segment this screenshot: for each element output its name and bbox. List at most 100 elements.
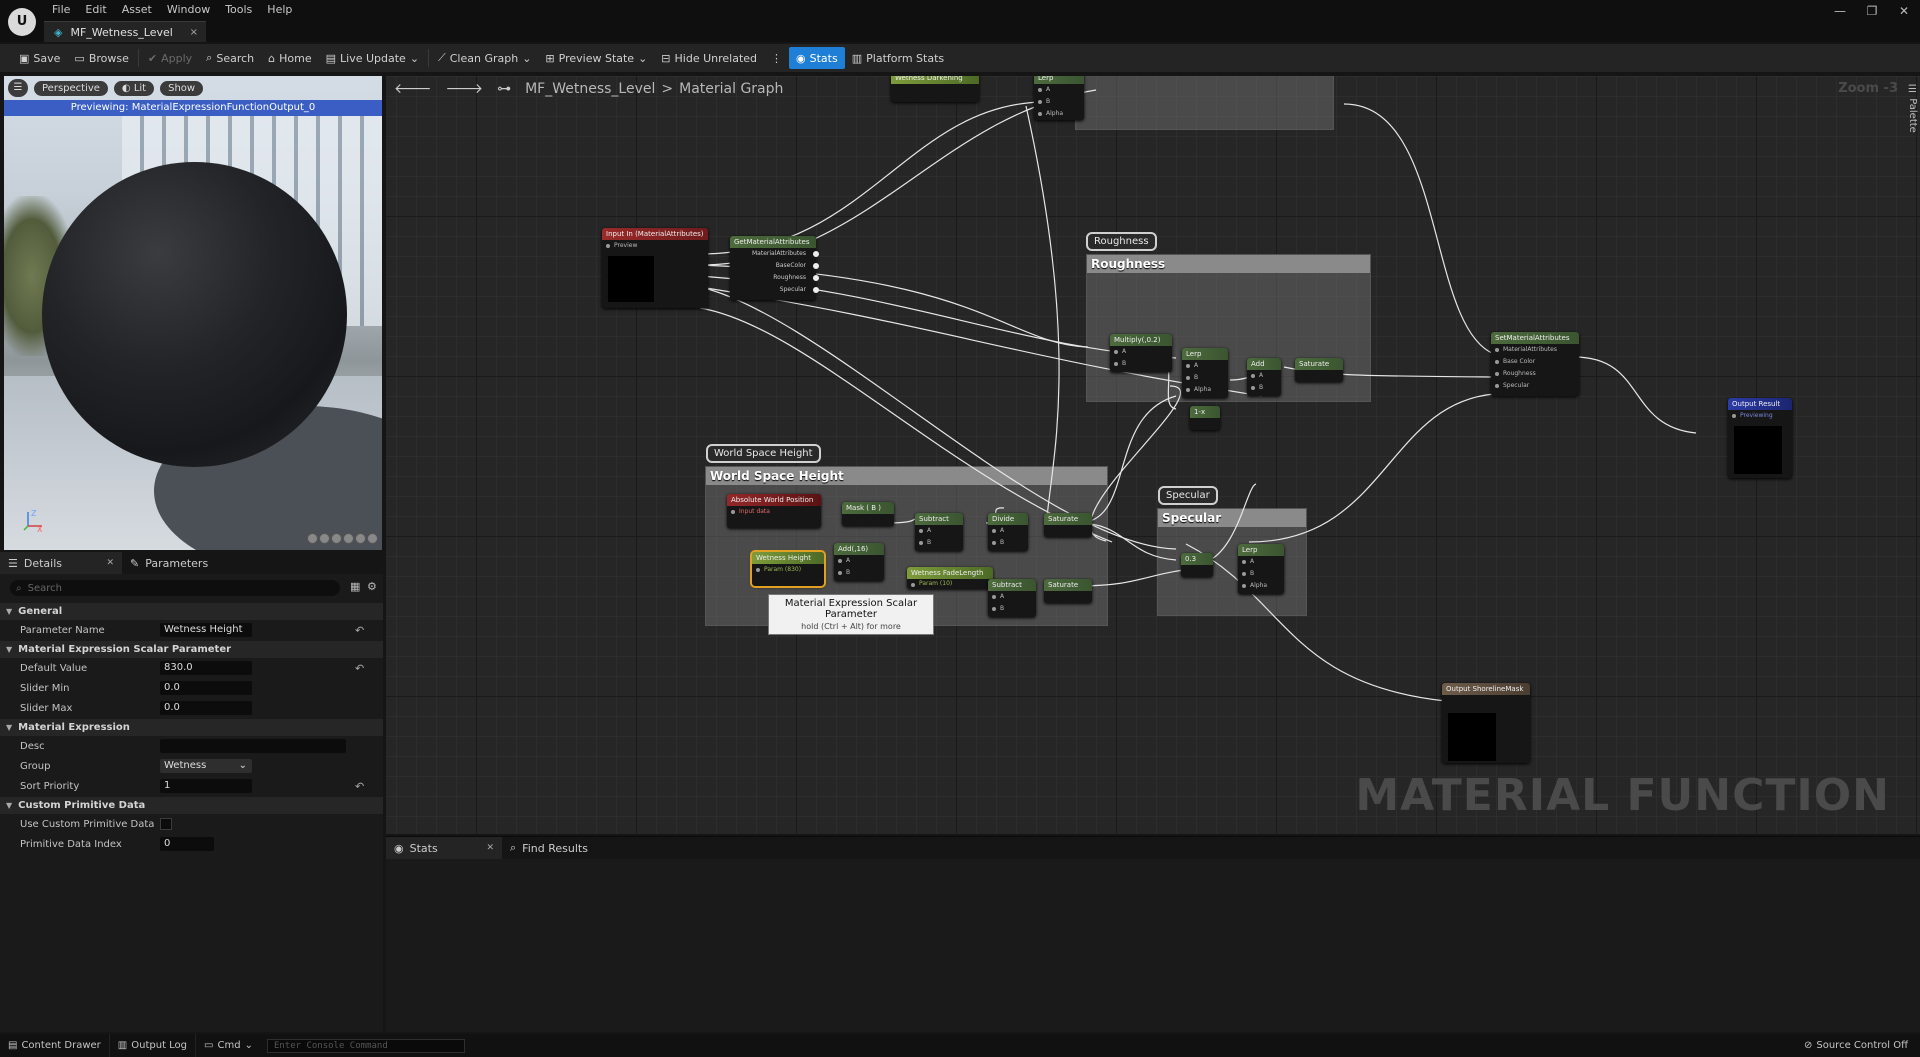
group-dropdown[interactable]: Wetness ⌄ <box>160 759 252 773</box>
pin-a[interactable]: A <box>1110 346 1172 358</box>
node-add[interactable]: Add A B <box>1247 358 1281 396</box>
close-stats-icon[interactable]: ✕ <box>486 843 494 853</box>
output-log-button[interactable]: ▥ Output Log <box>110 1034 197 1057</box>
clean-graph-dropdown[interactable]: ⟋ Clean Graph ⌄ <box>431 47 538 69</box>
minimize-button[interactable]: — <box>1824 0 1856 22</box>
save-button[interactable]: ▣ Save <box>12 47 67 69</box>
node-specular-constant[interactable]: 0.3 <box>1181 553 1213 577</box>
pin-b[interactable]: B <box>988 603 1036 615</box>
pin-b[interactable]: B <box>1110 358 1172 370</box>
parameter-name-field[interactable]: Wetness Height <box>160 623 252 637</box>
slider-max-field[interactable]: 0.0 <box>160 701 252 715</box>
pin-material-attributes[interactable]: MaterialAttributes <box>1491 344 1579 356</box>
material-graph-canvas[interactable]: 🡐 🡒 ⊶ MF_Wetness_Level > Material Graph … <box>386 76 1920 834</box>
pin-alpha[interactable]: Alpha <box>1034 108 1084 120</box>
pin-base-color[interactable]: BaseColor <box>730 260 819 272</box>
category-material-expression[interactable]: ▼ Material Expression <box>0 718 383 736</box>
viewport-menu-icon[interactable]: ☰ <box>8 79 28 97</box>
node-wetness-darkening[interactable]: Wetness Darkening <box>891 76 979 102</box>
custom-mesh-icon[interactable] <box>355 533 366 544</box>
console-command-input[interactable]: Enter Console Command <box>266 1038 465 1053</box>
node-output-shoreline-mask[interactable]: Output ShorelineMask <box>1442 683 1530 763</box>
cube-shape-icon[interactable] <box>343 533 354 544</box>
details-search-input[interactable]: ⌕ Search <box>10 580 340 596</box>
reset-to-default-icon[interactable]: ↶ <box>355 780 364 793</box>
use-custom-primitive-checkbox[interactable] <box>160 818 172 830</box>
preview-state-dropdown[interactable]: ⊞ Preview State ⌄ <box>538 47 654 69</box>
node-subtract-2[interactable]: Subtract A B <box>988 579 1036 617</box>
node-output-result[interactable]: Output Result Previewing <box>1728 398 1792 478</box>
sort-priority-field[interactable]: 1 <box>160 779 252 793</box>
pin-a[interactable]: A <box>834 555 884 567</box>
node-one-minus[interactable]: 1-x <box>1190 406 1220 430</box>
close-details-icon[interactable]: ✕ <box>106 558 114 568</box>
pin-roughness[interactable]: Roughness <box>730 272 819 284</box>
pin-b[interactable]: B <box>915 537 963 549</box>
menu-asset[interactable]: Asset <box>116 2 161 17</box>
table-view-icon[interactable]: ▦ <box>350 580 360 593</box>
slider-min-field[interactable]: 0.0 <box>160 681 252 695</box>
node-lerp-specular[interactable]: Lerp A B Alpha <box>1238 544 1284 594</box>
category-custom-primitive-data[interactable]: ▼ Custom Primitive Data <box>0 796 383 814</box>
pin-b[interactable]: B <box>1034 96 1084 108</box>
node-saturate-2[interactable]: Saturate <box>1044 579 1092 603</box>
node-saturate-roughness[interactable]: Saturate <box>1295 358 1343 382</box>
browse-button[interactable]: ▭ Browse <box>67 47 135 69</box>
menu-edit[interactable]: Edit <box>79 2 115 17</box>
preview-viewport[interactable]: ☰ Perspective ◐ Lit Show Previewing: Mat… <box>4 76 382 550</box>
perspective-button[interactable]: Perspective <box>34 80 108 96</box>
realtime-toggle-icon[interactable] <box>367 533 378 544</box>
node-set-material-attributes[interactable]: SetMaterialAttributes MaterialAttributes… <box>1491 332 1579 396</box>
pin-b[interactable]: B <box>1182 372 1228 384</box>
cylinder-shape-icon[interactable] <box>307 533 318 544</box>
hide-unrelated-button[interactable]: ⊟ Hide Unrelated <box>654 47 764 69</box>
pin-b[interactable]: B <box>988 537 1028 549</box>
live-update-dropdown[interactable]: ▤ Live Update ⌄ <box>319 47 426 69</box>
category-scalar-parameter[interactable]: ▼ Material Expression Scalar Parameter <box>0 640 383 658</box>
close-window-button[interactable]: ✕ <box>1888 0 1920 22</box>
unreal-logo-icon[interactable]: U <box>8 8 36 36</box>
pin-roughness[interactable]: Roughness <box>1491 368 1579 380</box>
pin-a[interactable]: A <box>1182 360 1228 372</box>
show-button[interactable]: Show <box>160 80 204 96</box>
pin-b[interactable]: B <box>1238 568 1284 580</box>
node-subtract-1[interactable]: Subtract A B <box>915 513 963 551</box>
node-absolute-world-position[interactable]: Absolute World Position Input data <box>727 494 821 528</box>
pin-specular[interactable]: Specular <box>1491 380 1579 392</box>
node-wetness-height-parameter[interactable]: Wetness Height Param (830) <box>750 550 826 588</box>
pin-base-color[interactable]: Base Color <box>1491 356 1579 368</box>
reset-to-default-icon[interactable]: ↶ <box>355 624 364 637</box>
pin-material-attributes[interactable]: MaterialAttributes <box>730 248 819 260</box>
desc-field[interactable] <box>160 739 346 753</box>
node-get-material-attributes[interactable]: GetMaterialAttributes MaterialAttributes… <box>730 236 819 300</box>
default-value-field[interactable]: 830.0 <box>160 661 252 675</box>
category-general[interactable]: ▼ General <box>0 602 383 620</box>
home-button[interactable]: ⌂ Home <box>261 47 318 69</box>
settings-gear-icon[interactable]: ⚙ <box>367 580 377 593</box>
document-tab[interactable]: ◈ MF_Wetness_Level × <box>44 21 206 42</box>
pin-alpha[interactable]: Alpha <box>1182 384 1228 396</box>
pin-specular[interactable]: Specular <box>730 284 819 296</box>
stats-toggle-button[interactable]: ◉ Stats <box>789 47 845 69</box>
reset-to-default-icon[interactable]: ↶ <box>355 662 364 675</box>
lit-button[interactable]: ◐ Lit <box>113 80 155 96</box>
pin-a[interactable]: A <box>1247 370 1281 382</box>
pin-a[interactable]: A <box>988 525 1028 537</box>
pin-a[interactable]: A <box>988 591 1036 603</box>
sphere-shape-icon[interactable] <box>319 533 330 544</box>
pin-a[interactable]: A <box>1238 556 1284 568</box>
tab-stats[interactable]: ◉ Stats ✕ <box>386 837 502 859</box>
apply-button[interactable]: ✔ Apply <box>141 47 199 69</box>
pin-a[interactable]: A <box>1034 84 1084 96</box>
tab-details[interactable]: ☰ Details ✕ <box>0 552 122 574</box>
close-tab-icon[interactable]: × <box>190 27 198 38</box>
node-saturate-1[interactable]: Saturate <box>1044 513 1092 537</box>
node-wetness-fade-length-parameter[interactable]: Wetness FadeLength Param (10) <box>907 567 993 589</box>
cmd-dropdown[interactable]: ▭ Cmd ⌄ <box>196 1034 261 1057</box>
pin-preview[interactable]: Preview <box>602 240 708 252</box>
node-lerp-roughness[interactable]: Lerp A B Alpha <box>1182 348 1228 398</box>
node-divide[interactable]: Divide A B <box>988 513 1028 551</box>
primitive-index-field[interactable]: 0 <box>160 837 214 851</box>
tab-parameters[interactable]: ✎ Parameters <box>122 552 216 574</box>
node-add-16[interactable]: Add(,16) A B <box>834 543 884 581</box>
